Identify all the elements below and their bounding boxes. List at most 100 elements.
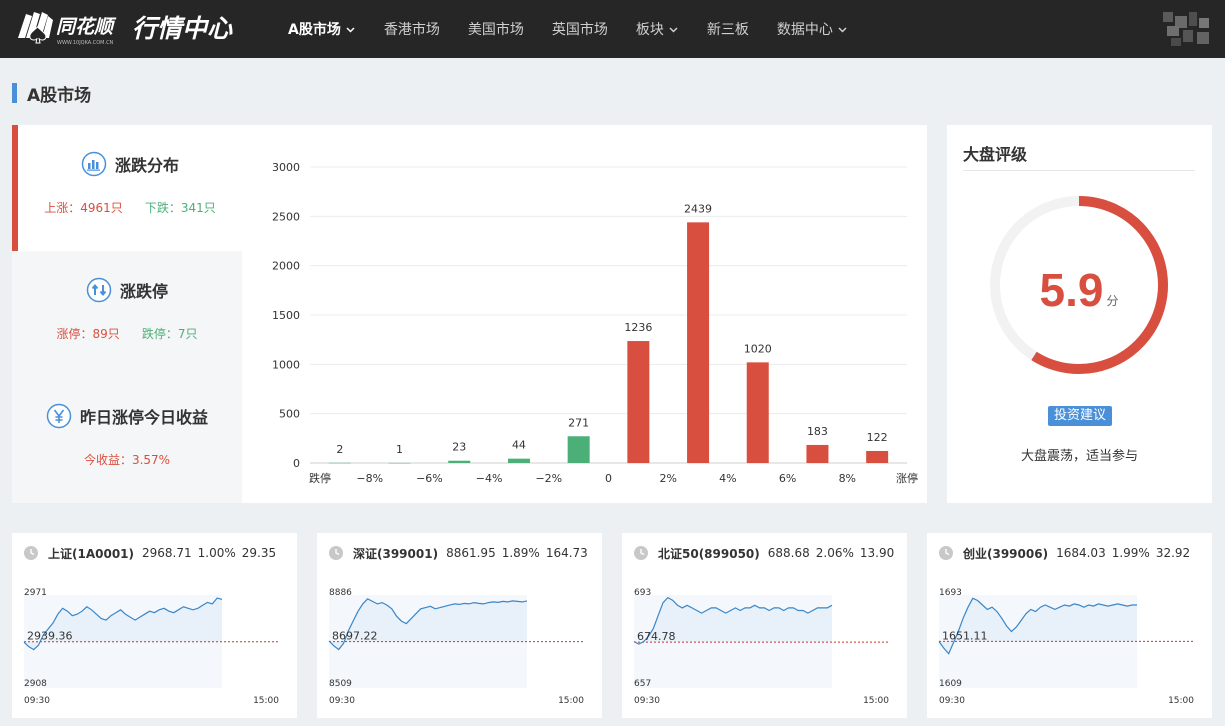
bar[interactable]	[866, 450, 889, 463]
bar-chart-icon	[81, 151, 107, 177]
low-label: 8509	[329, 679, 352, 689]
prev-close-label: 1651.11	[942, 629, 988, 642]
index-name: 北证50(899050)	[658, 546, 760, 561]
nav-label: 香港市场	[383, 22, 440, 38]
index-pct: 1.99%	[1111, 546, 1150, 560]
x-tick-label: −4%	[476, 472, 503, 485]
start-time-label: 09:30	[329, 696, 355, 706]
x-tick-label: −2%	[535, 472, 562, 485]
chevron-down-icon	[838, 26, 847, 33]
prev-close-label: 674.78	[637, 630, 676, 643]
bar[interactable]	[388, 462, 411, 464]
high-label: 1693	[939, 588, 962, 598]
index-pct: 1.89%	[501, 546, 540, 560]
section-accent-bar	[12, 83, 17, 103]
bar[interactable]	[328, 462, 351, 464]
bar-value-label: 122	[867, 431, 888, 444]
nav-item-6[interactable]: 数据中心	[763, 0, 862, 58]
clock-icon	[634, 546, 648, 560]
nav-item-0[interactable]: A股市场	[274, 0, 370, 58]
tab-yesterday-limit-up-return[interactable]: 昨日涨停今日收益 今收益：3.57%	[12, 377, 242, 503]
bar[interactable]	[567, 436, 590, 463]
index-pct: 1.00%	[197, 546, 236, 560]
tab-label: 昨日涨停今日收益	[79, 408, 208, 427]
y-tick-label: 500	[279, 408, 300, 421]
clock-icon	[329, 546, 343, 560]
bar[interactable]	[627, 341, 650, 463]
bar[interactable]	[806, 444, 829, 463]
brand-logo[interactable]: 同花顺 WWW.10JQKA.COM.CN 行情中心	[12, 8, 262, 50]
index-price: 1684.03	[1056, 546, 1106, 560]
start-time-label: 09:30	[24, 696, 50, 706]
nav-item-5[interactable]: 新三板	[693, 0, 763, 58]
tab-label: 涨跌分布	[114, 156, 179, 175]
limit-up-count: 涨停：89只	[56, 327, 120, 341]
nav-item-2[interactable]: 美国市场	[454, 0, 538, 58]
nav-label: 新三板	[706, 22, 749, 38]
y-tick-label: 1000	[272, 358, 300, 371]
bar[interactable]	[507, 458, 530, 463]
y-tick-label: 0	[293, 457, 300, 470]
distribution-panel: 涨跌分布 上涨：4961只 下跌：341只 涨跌停 涨停：89只 跌停：7只 昨…	[12, 125, 927, 503]
index-name: 创业(399006)	[963, 546, 1049, 561]
intraday-chart: 2971 2939.36 2908 09:30 15:00	[23, 588, 279, 706]
prev-close-label: 8697.22	[332, 630, 378, 643]
y-tick-label: 3000	[272, 161, 300, 174]
x-tick-label: −6%	[416, 472, 443, 485]
bar-value-label: 23	[452, 441, 466, 454]
x-tick-label: 4%	[719, 472, 736, 485]
start-time-label: 09:30	[634, 696, 660, 706]
chevron-down-icon	[346, 26, 355, 33]
user-avatar[interactable]	[1161, 10, 1211, 48]
section-heading: A股市场	[12, 82, 92, 106]
index-name: 深证(399001)	[353, 546, 439, 561]
index-card-sh[interactable]: 上证(1A0001) 2968.71 1.00% 29.35 2971 2939.…	[12, 533, 297, 718]
nav-item-4[interactable]: 板块	[622, 0, 693, 58]
bar[interactable]	[448, 460, 471, 463]
clock-icon	[24, 546, 38, 560]
bar-value-label: 1020	[744, 342, 772, 355]
nav-item-1[interactable]: 香港市场	[370, 0, 454, 58]
today-return: 今收益：3.57%	[83, 453, 171, 467]
index-price: 688.68	[767, 546, 810, 560]
low-label: 1609	[939, 679, 962, 689]
bar-value-label: 1	[396, 443, 403, 456]
x-tick-label: 2%	[659, 472, 676, 485]
tab-label: 涨跌停	[119, 282, 168, 301]
limit-down-count: 跌停：7只	[141, 327, 198, 341]
index-pct: 2.06%	[815, 546, 854, 560]
low-label: 2908	[24, 679, 47, 689]
brand-url: WWW.10JQKA.COM.CN	[57, 40, 114, 46]
clock-icon	[939, 546, 953, 560]
end-time-label: 15:00	[863, 696, 889, 706]
index-change: 13.90	[859, 546, 895, 560]
rating-title: 大盘评级	[963, 141, 1195, 171]
section-title: A股市场	[27, 85, 92, 106]
index-card-cy[interactable]: 创业(399006) 1684.03 1.99% 32.92 1693 1651.…	[927, 533, 1212, 718]
index-card-bz50[interactable]: 北证50(899050) 688.68 2.06% 13.90 693 674.7…	[622, 533, 907, 718]
rating-score: 5.9	[1039, 264, 1104, 316]
nav-label: 数据中心	[776, 22, 833, 38]
nav-item-3[interactable]: 英国市场	[538, 0, 622, 58]
yen-icon	[46, 403, 72, 429]
bar[interactable]	[746, 362, 769, 463]
y-tick-label: 1500	[272, 309, 300, 322]
low-label: 657	[634, 679, 651, 689]
bar-value-label: 44	[512, 439, 526, 452]
tab-rise-fall-distribution[interactable]: 涨跌分布 上涨：4961只 下跌：341只	[12, 125, 242, 251]
y-tick-label: 2000	[272, 260, 300, 273]
x-tick-label: −8%	[356, 472, 383, 485]
bar-value-label: 2439	[684, 202, 712, 215]
tab-limit-up-down[interactable]: 涨跌停 涨停：89只 跌停：7只	[12, 251, 242, 377]
index-card-sz[interactable]: 深证(399001) 8861.95 1.89% 164.73 8886 8697…	[317, 533, 602, 718]
nav-label: 美国市场	[467, 22, 524, 38]
nav-label: 板块	[635, 22, 664, 38]
page-title: 行情中心	[132, 14, 233, 43]
investment-advice-badge[interactable]: 投资建议	[1048, 406, 1113, 426]
bar-value-label: 2	[336, 443, 343, 456]
prev-close-label: 2939.36	[27, 630, 73, 643]
nav-label: 英国市场	[551, 22, 608, 38]
bar[interactable]	[687, 222, 710, 463]
bar-value-label: 1236	[624, 321, 652, 334]
index-price: 2968.71	[142, 546, 192, 560]
